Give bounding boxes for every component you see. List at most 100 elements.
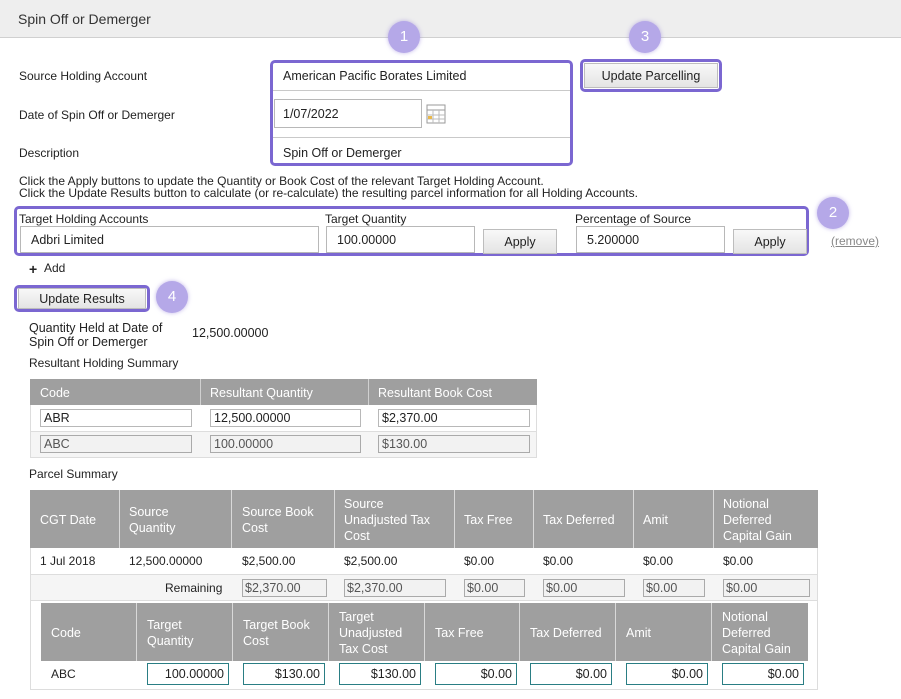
col-source-unadjusted: Unadjusted Tax [344,513,430,527]
sub-col-tax-deferred: Tax Deferred [530,626,602,640]
target-unadjusted-field[interactable]: $130.00 [339,663,421,685]
target-book-cost-field[interactable]: $130.00 [243,663,325,685]
target-quantity-field[interactable]: 100.00000 [147,663,229,685]
col-source-unadjusted: Cost [344,529,370,543]
column-divider [328,603,329,661]
resultant-code-input[interactable]: ABR [40,409,192,427]
target-code-cell: ABC [51,667,76,681]
divider [273,90,570,91]
quantity-held-value: 12,500.00000 [192,326,269,340]
description-value[interactable]: Spin Off or Demerger [283,146,402,160]
col-resultant-quantity: Resultant Quantity [210,386,313,400]
col-notional: Notional [723,497,769,511]
column-divider [231,490,232,548]
resultant-code-input: ABC [40,435,192,453]
remove-link[interactable]: (remove) [831,234,879,248]
apply-quantity-button[interactable]: Apply [483,229,557,254]
resultant-quantity-input: 100.00000 [210,435,361,453]
col-code: Code [40,386,70,400]
target-amit-field[interactable]: $0.00 [626,663,708,685]
sub-col-tax-free: Tax Free [435,626,484,640]
page-header: Spin Off or Demerger [0,0,901,38]
col-resultant-book-cost: Resultant Book Cost [378,386,492,400]
target-tax-free-field[interactable]: $0.00 [435,663,517,685]
column-divider [533,490,534,548]
instruction-line-2: Click the Update Results button to calcu… [19,186,638,200]
target-notional-field[interactable]: $0.00 [722,663,804,685]
parcel-cell: $0.00 [723,554,754,568]
sub-col-target-unadjusted: Target [339,610,374,624]
page-title: Spin Off or Demerger [18,11,151,27]
target-tax-deferred-field[interactable]: $0.00 [530,663,612,685]
column-divider [615,603,616,661]
date-label: Date of Spin Off or Demerger [19,108,175,122]
sub-col-notional: Deferred [722,626,771,640]
col-notional: Deferred [723,513,772,527]
apply-percentage-button[interactable]: Apply [733,229,807,254]
quantity-held-label-2: Spin Off or Demerger [29,335,148,349]
parcel-cell: 1 Jul 2018 [40,554,96,568]
update-parcelling-button[interactable]: Update Parcelling [584,63,718,88]
column-divider [713,490,714,548]
parcel-cell: $0.00 [643,554,674,568]
resultant-quantity-input[interactable]: 12,500.00000 [210,409,361,427]
sub-col-target-unadjusted: Unadjusted [339,626,403,640]
step-badge-1: 1 [388,21,420,53]
calendar-icon[interactable] [426,104,446,124]
source-holding-label: Source Holding Account [19,69,148,83]
sub-col-target-book-cost: Target Book [243,618,310,632]
source-holding-value: American Pacific Borates Limited [283,69,467,83]
divider [273,137,570,138]
sub-col-target-unadjusted: Tax Cost [339,642,388,656]
sub-col-code: Code [51,626,81,640]
step-badge-4: 4 [156,281,188,313]
col-source-quantity: Source [129,505,169,519]
resultant-summary-title: Resultant Holding Summary [29,356,179,370]
description-label: Description [19,146,80,160]
col-tax-free: Tax Free [464,513,513,527]
column-divider [711,603,712,661]
column-divider [519,603,520,661]
col-source-unadjusted: Source [344,497,384,511]
column-divider [633,490,634,548]
remaining-field: $0.00 [643,579,705,597]
target-accounts-label: Target Holding Accounts [19,212,149,226]
add-link[interactable]: Add [44,261,65,275]
percentage-input[interactable]: 5.200000 [576,226,725,253]
step-badge-2: 2 [817,197,849,229]
column-divider [454,490,455,548]
remaining-field: $0.00 [464,579,525,597]
remaining-field: $2,370.00 [242,579,327,597]
col-tax-deferred: Tax Deferred [543,513,615,527]
col-source-book-cost: Source Book [242,505,314,519]
column-divider [136,603,137,661]
sub-col-target-quantity: Target [147,618,182,632]
add-icon[interactable]: + [29,261,37,277]
remaining-field: $0.00 [543,579,625,597]
col-notional: Capital Gain [723,529,792,543]
parcel-cell: $2,500.00 [242,554,296,568]
col-source-quantity: Quantity [129,521,176,535]
sub-col-notional: Capital Gain [722,642,791,656]
sub-col-notional: Notional [722,610,768,624]
sub-col-target-quantity: Quantity [147,634,194,648]
resultant-book-cost-input: $130.00 [378,435,530,453]
percentage-source-label: Percentage of Source [575,212,692,226]
sub-col-amit: Amit [626,626,651,640]
parcel-cell: 12,500.00000 [129,554,203,568]
parcel-cell: $0.00 [543,554,574,568]
update-results-button[interactable]: Update Results [18,288,146,309]
target-quantity-label: Target Quantity [325,212,407,226]
parcel-cell: $2,500.00 [344,554,398,568]
column-divider [119,490,120,548]
remaining-label: Remaining [165,581,223,595]
parcel-summary-title: Parcel Summary [29,467,118,481]
parcel-cell: $0.00 [464,554,495,568]
remaining-field: $0.00 [723,579,810,597]
remaining-field: $2,370.00 [344,579,446,597]
date-input[interactable]: 1/07/2022 [274,99,422,128]
resultant-book-cost-input[interactable]: $2,370.00 [378,409,530,427]
column-divider [424,603,425,661]
target-quantity-input[interactable]: 100.00000 [326,226,475,253]
target-account-input[interactable]: Adbri Limited [20,226,319,253]
